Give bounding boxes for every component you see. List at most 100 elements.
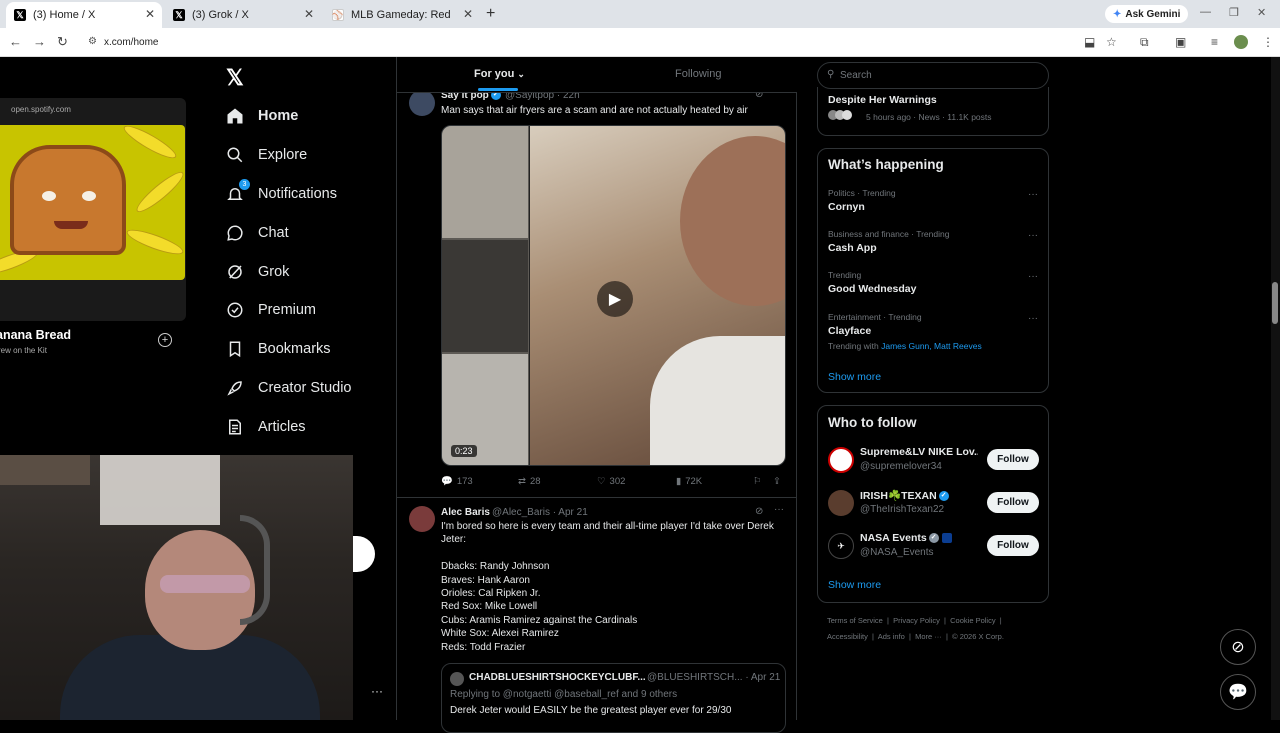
media-icon[interactable]: ≡ [1211,35,1218,49]
tab-for-you[interactable]: For you ⌄ [474,68,525,91]
x-icon: 𝕏 [14,9,26,21]
grok-fab-button[interactable]: ⊘ [1220,629,1256,665]
more-icon[interactable]: ··· [371,684,383,698]
trend-title[interactable]: Cash App [828,242,877,254]
avatar [842,110,852,120]
tab-home[interactable]: 𝕏 (3) Home / X ✕ [6,2,162,28]
more-icon[interactable]: ··· [1028,313,1038,324]
chat-fab-button[interactable]: 💬 [1220,674,1256,710]
trend-meta: Trending [828,270,862,280]
footer-link[interactable]: Cookie Policy [950,616,995,625]
avatar[interactable] [828,490,854,516]
user-name-row[interactable]: NASA Events ✓ [860,532,952,544]
close-icon[interactable]: ✕ [145,7,155,21]
verified-icon: ✓ [938,491,949,502]
track-artist: rew on the Kit [0,346,47,355]
forward-icon[interactable]: → [33,34,46,49]
share-icon[interactable]: ⇪ [773,476,781,487]
bookmark-icon [226,340,244,358]
spotify-mini-player[interactable]: open.spotify.com anana Bread rew on the … [0,98,186,355]
views-button[interactable]: ▮ 72K [676,476,702,487]
author-name[interactable]: Alec Baris [441,507,490,518]
affiliate-badge-icon [941,533,952,544]
trend-title[interactable]: Good Wednesday [828,283,917,295]
avatar[interactable] [409,506,435,532]
more-icon[interactable]: ··· [1028,271,1038,282]
scrollbar[interactable] [1271,57,1280,720]
x-logo-icon[interactable]: 𝕏 [226,65,244,91]
post-video[interactable]: ▶ 0:23 [441,125,786,466]
avatar[interactable]: ✈ [828,533,854,559]
reply-button[interactable]: 💬 173 [441,476,473,487]
sidepanel-icon[interactable]: ▣ [1175,35,1186,49]
sidebar-item-chat[interactable]: Chat [226,218,289,248]
sidebar-item-grok[interactable]: Grok [226,257,289,287]
more-icon[interactable]: ··· [1028,189,1038,200]
profile-avatar[interactable] [1234,35,1248,49]
sidebar-item-premium[interactable]: Premium [226,295,316,325]
tab-grok[interactable]: 𝕏 (3) Grok / X ✕ [165,2,321,28]
tab-following[interactable]: Following [675,68,721,80]
sidebar-item-explore[interactable]: Explore [226,140,307,170]
install-icon[interactable]: ⬓ [1084,35,1095,49]
follow-button[interactable]: Follow [987,535,1039,556]
user-name-row[interactable]: IRISH☘️TEXAN ✓ [860,489,949,502]
extensions-icon[interactable]: ⧉ [1140,35,1149,50]
show-more-link[interactable]: Show more [828,579,881,591]
bookmark-icon[interactable]: ⚐ [753,476,762,487]
grok-icon [226,263,244,281]
who-to-follow-card: Who to follow Supreme&LV NIKE Lov... @su… [817,405,1049,603]
new-tab-button[interactable]: + [486,5,495,23]
news-card[interactable]: Despite Her Warnings 5 hours ago · News … [817,87,1049,136]
menu-icon[interactable]: ⋮ [1262,35,1274,49]
sidebar-item-creator-studio[interactable]: Creator Studio [226,373,352,403]
sidebar-item-notifications[interactable]: 3 Notifications [226,179,337,209]
close-window-button[interactable]: ✕ [1257,6,1266,19]
minimize-button[interactable]: — [1200,6,1211,18]
footer-link[interactable]: More ··· [915,632,942,641]
more-icon[interactable]: ··· [1028,230,1038,241]
footer-link[interactable]: Ads info [878,632,905,641]
more-icon[interactable]: ··· [774,504,784,515]
search-input[interactable]: ⚲ Search [817,62,1049,89]
tab-mlb[interactable]: ⚾ MLB Gameday: Reds 1, Rays 6 F ✕ [324,2,480,28]
maximize-button[interactable]: ❐ [1229,6,1239,19]
footer-link[interactable]: Privacy Policy [893,616,940,625]
trend-title[interactable]: Clayface [828,325,871,337]
trend-title[interactable]: Cornyn [828,201,865,213]
like-button[interactable]: ♡ 302 [597,476,625,487]
sidebar-item-label: Premium [258,302,317,318]
follow-button[interactable]: Follow [987,449,1039,470]
bookmark-star-icon[interactable]: ☆ [1106,35,1117,49]
sidebar-item-bookmarks[interactable]: Bookmarks [226,334,331,364]
back-icon[interactable]: ← [9,34,22,49]
avatar[interactable] [409,90,435,116]
quoted-post[interactable]: CHADBLUESHIRTSHOCKEYCLUBF... @BLUESHIRTS… [441,663,786,733]
news-headline: Despite Her Warnings [828,94,937,106]
chat-icon: 💬 [1228,684,1248,701]
address-bar[interactable]: ⚙ x.com/home [80,32,1130,53]
repost-icon: ⇄ [518,476,526,487]
show-more-link[interactable]: Show more [828,371,881,383]
sidebar-item-articles[interactable]: Articles [226,412,306,442]
close-icon[interactable]: ✕ [304,7,314,21]
scrollbar-thumb[interactable] [1272,282,1278,324]
close-icon[interactable]: ✕ [463,7,473,21]
ask-gemini-button[interactable]: ✦ Ask Gemini [1105,5,1189,23]
grok-icon[interactable]: ⊘ [755,506,763,517]
footer-link[interactable]: Accessibility [827,632,868,641]
add-to-library-button[interactable]: + [158,333,172,347]
user-name[interactable]: Supreme&LV NIKE Lov... [860,446,978,458]
chat-icon [226,224,244,242]
sidebar-item-home[interactable]: Home [226,101,298,131]
quote-time: Apr 21 [750,672,781,683]
site-info-icon[interactable]: ⚙ [88,36,97,47]
follow-button[interactable]: Follow [987,492,1039,513]
trending-with-links[interactable]: James Gunn, Matt Reeves [881,341,982,351]
reload-icon[interactable]: ↻ [57,34,68,50]
footer-link[interactable]: Terms of Service [827,616,883,625]
overlay-bubble [353,536,375,572]
play-icon[interactable]: ▶ [597,281,633,317]
avatar[interactable] [828,447,854,473]
repost-button[interactable]: ⇄ 28 [518,476,541,487]
